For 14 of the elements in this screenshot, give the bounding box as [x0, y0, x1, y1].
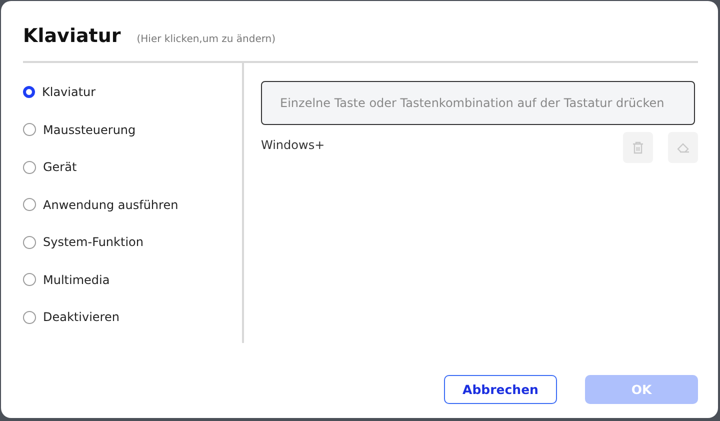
radio-option[interactable]: Multimedia — [23, 270, 242, 288]
eraser-icon — [676, 142, 690, 154]
dialog-title: Klaviatur — [23, 25, 121, 47]
key-input-field[interactable]: Einzelne Taste oder Tastenkombination auf der Tastatur drücken — [261, 81, 695, 125]
change-hint-link[interactable]: (Hier klicken,um zu ändern) — [136, 34, 276, 45]
radio-option[interactable]: Gerät — [23, 158, 242, 176]
key-combo-text: Windows+ — [261, 138, 325, 152]
radio-option[interactable]: Klaviatur — [23, 83, 242, 101]
radio-option[interactable]: Deaktivieren — [23, 308, 242, 326]
radio-option[interactable]: Anwendung ausführen — [23, 196, 242, 214]
radio-option[interactable]: System-Funktion — [23, 233, 242, 251]
radio-option[interactable]: Maussteuerung — [23, 120, 242, 138]
cancel-button[interactable]: Abbrechen — [444, 375, 557, 404]
trash-icon — [632, 141, 644, 154]
